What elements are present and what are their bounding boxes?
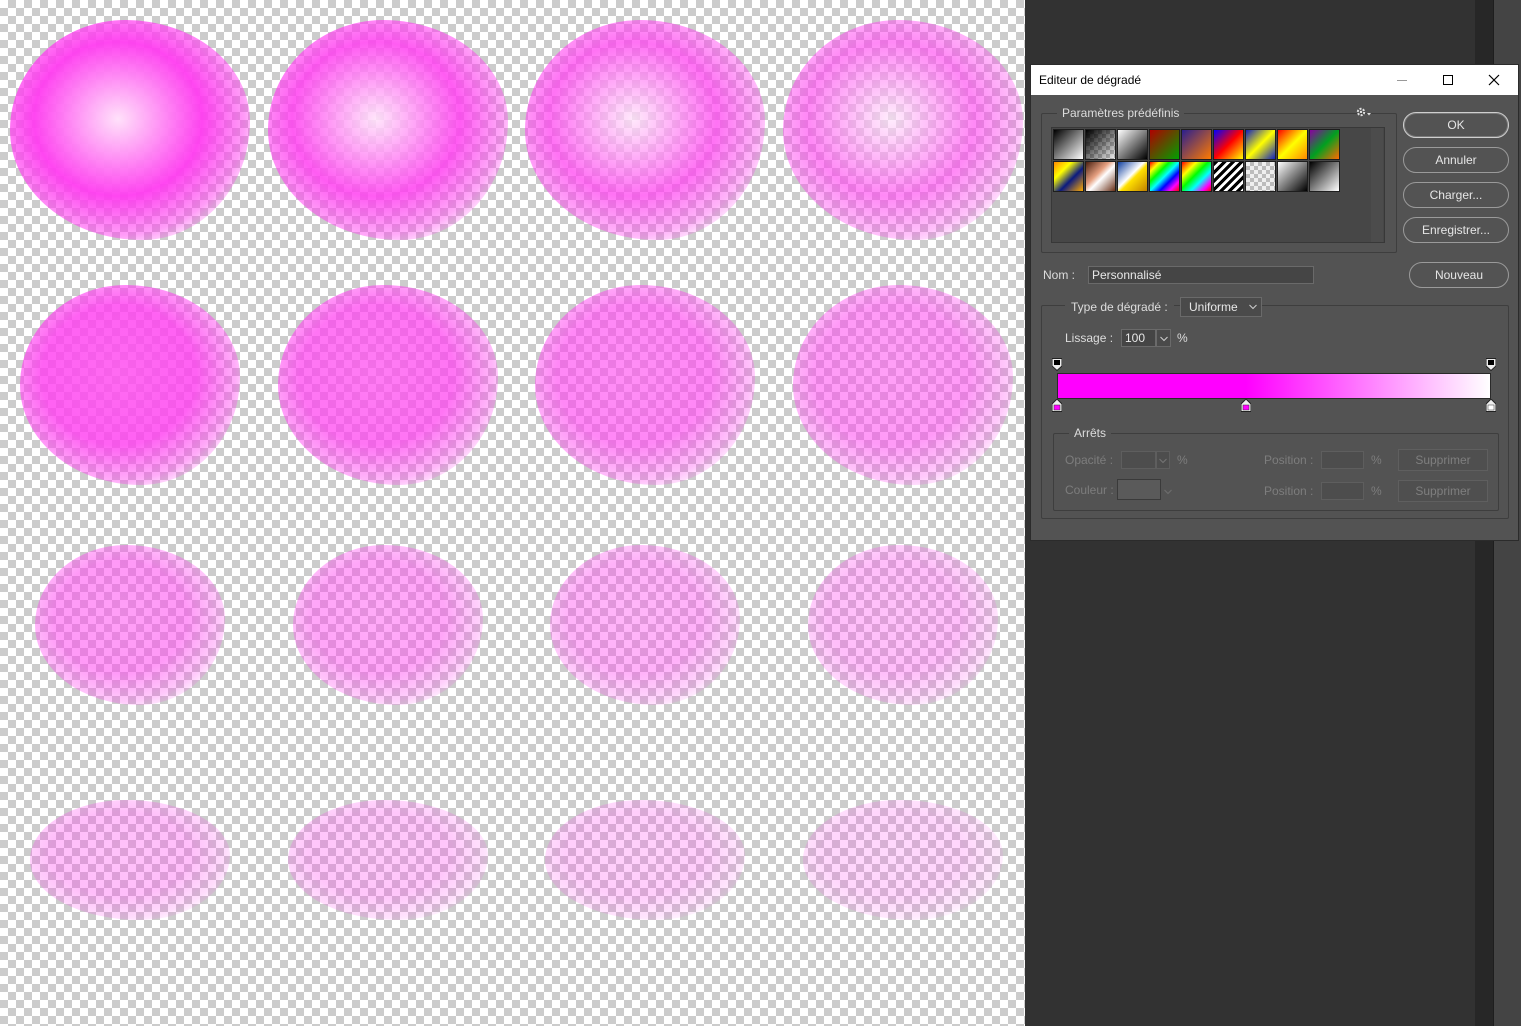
preset-swatch[interactable] [1245,129,1276,160]
new-button[interactable]: Nouveau [1409,262,1509,288]
smoke-sprite-frame [30,800,230,920]
preset-swatch[interactable] [1053,129,1084,160]
color-position-percent: % [1371,484,1382,498]
preset-swatch[interactable] [1053,161,1084,192]
preset-swatch[interactable] [1085,161,1116,192]
smoke-sprite-frame [535,285,755,485]
preset-swatch[interactable] [1309,161,1340,192]
preset-swatch[interactable] [1245,161,1276,192]
color-stop-marker[interactable] [1051,398,1063,412]
name-label: Nom : [1043,268,1076,282]
preset-swatch[interactable] [1213,129,1244,160]
smoke-sprite-frame [803,800,1003,920]
chevron-down-icon [1164,489,1172,495]
dialog-title: Editeur de dégradé [1039,73,1142,87]
smoothness-dropdown[interactable] [1156,329,1171,347]
document-canvas[interactable] [0,0,1025,1026]
dialog-titlebar[interactable]: Editeur de dégradé [1031,65,1518,95]
gradient-preview-bar[interactable] [1057,373,1491,399]
smoke-sprite-frame [293,545,483,705]
opacity-stop-marker[interactable] [1051,358,1063,372]
opacity-label: Opacité : [1065,453,1114,467]
smoothness-field[interactable]: 100 [1121,329,1156,347]
opacity-percent: % [1177,453,1188,467]
presets-label: Paramètres prédéfinis [1057,106,1185,120]
opacity-stop-marker[interactable] [1485,358,1497,372]
smoothness-label: Lissage : [1065,331,1114,345]
preset-swatch[interactable] [1117,161,1148,192]
smoke-sprite-frame [550,545,740,705]
preset-swatch[interactable] [1277,161,1308,192]
smoke-sprite-frame [783,20,1023,240]
preset-swatch[interactable] [1181,129,1212,160]
smoke-sprite-frame [10,20,250,240]
gradient-type-value: Uniforme [1189,300,1238,314]
maximize-icon[interactable] [1425,65,1471,95]
delete-opacity-stop-button[interactable]: Supprimer [1398,449,1488,471]
color-position-label: Position : [1264,484,1314,498]
load-button[interactable]: Charger... [1403,182,1509,208]
preset-swatch[interactable] [1085,129,1116,160]
smoke-sprite-frame [268,20,508,240]
smoke-sprite-frame [278,285,498,485]
ok-button[interactable]: OK [1403,112,1509,138]
chevron-down-icon [1249,304,1257,310]
smoke-sprite-frame [793,285,1013,485]
stops-label: Arrêts [1069,426,1112,440]
delete-color-stop-button[interactable]: Supprimer [1398,480,1488,502]
smoothness-percent: % [1177,331,1188,345]
opacity-field[interactable] [1121,451,1156,469]
gear-icon[interactable] [1355,105,1373,119]
preset-swatch[interactable] [1149,129,1180,160]
minimize-icon[interactable] [1379,65,1425,95]
cancel-button[interactable]: Annuler [1403,147,1509,173]
opacity-position-field[interactable] [1321,451,1364,469]
smoke-sprite-frame [808,545,998,705]
gradient-editor-bar-area[interactable] [1051,355,1497,415]
gradient-type-label: Type de dégradé : [1065,300,1174,314]
color-label: Couleur : [1065,483,1114,497]
preset-swatch[interactable] [1277,129,1308,160]
presets-scrollbar[interactable] [1371,128,1383,242]
smoke-sprite-frame [545,800,745,920]
smoke-sprite-frame [525,20,765,240]
preset-swatch[interactable] [1309,129,1340,160]
preset-swatch[interactable] [1213,161,1244,192]
color-swatch-field[interactable] [1117,479,1161,500]
gradient-editor-dialog: Editeur de dégradé Paramètres prédéfinis [1030,64,1519,541]
color-stop-marker[interactable] [1240,398,1252,412]
opacity-position-label: Position : [1264,453,1314,467]
chevron-down-icon [1159,458,1167,464]
close-icon[interactable] [1471,65,1517,95]
name-field[interactable]: Personnalisé [1088,266,1314,284]
opacity-dropdown[interactable] [1156,451,1170,469]
smoke-sprite-frame [20,285,240,485]
save-button[interactable]: Enregistrer... [1403,217,1509,243]
chevron-down-icon [1160,336,1168,342]
preset-swatch[interactable] [1181,161,1212,192]
gradient-type-select[interactable]: Uniforme [1180,297,1262,317]
opacity-position-percent: % [1371,453,1382,467]
preset-swatch[interactable] [1117,129,1148,160]
smoke-sprite-frame [35,545,225,705]
color-position-field[interactable] [1321,482,1364,500]
smoke-sprite-frame [288,800,488,920]
preset-swatch[interactable] [1149,161,1180,192]
color-stop-marker[interactable] [1485,398,1497,412]
